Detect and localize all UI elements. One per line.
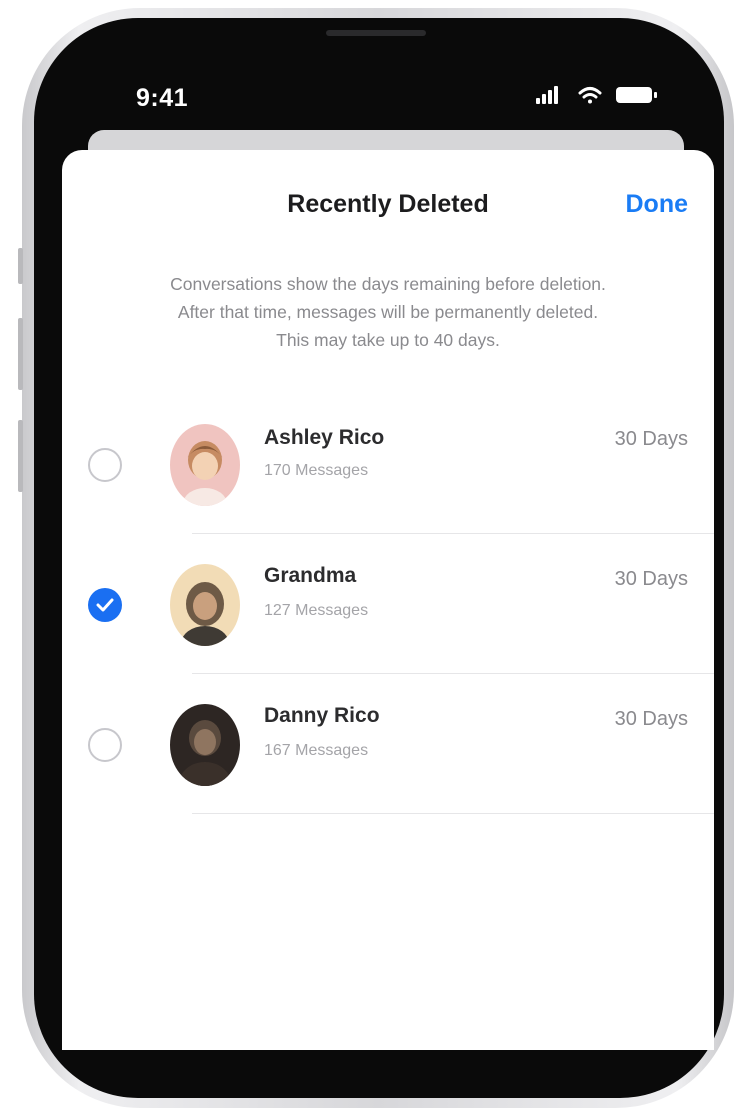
retention-description: Conversations show the days remaining be…	[82, 270, 694, 354]
status-bar-icons	[536, 82, 666, 108]
conversation-row[interactable]: Grandma 127 Messages 30 Days	[62, 536, 714, 674]
avatar	[170, 564, 240, 646]
message-count: 127 Messages	[264, 602, 369, 619]
description-line: Conversations show the days remaining be…	[170, 274, 606, 294]
days-remaining: 30 Days	[614, 708, 688, 730]
conversation-row[interactable]: Ashley Rico 170 Messages 30 Days	[62, 396, 714, 534]
earpiece-speaker	[326, 30, 426, 36]
wifi-icon	[578, 87, 602, 104]
avatar	[170, 704, 240, 786]
conversation-row[interactable]: Danny Rico 167 Messages 30 Days	[62, 676, 714, 814]
days-remaining: 30 Days	[614, 568, 688, 590]
recently-deleted-sheet: Recently Deleted Done Conversations show…	[62, 150, 714, 1050]
row-divider	[192, 533, 714, 534]
volume-up-button	[18, 318, 23, 390]
checkmark-icon	[96, 598, 114, 612]
status-bar-time: 9:41	[136, 84, 189, 112]
contact-name: Grandma	[264, 564, 357, 587]
row-divider	[192, 813, 714, 814]
description-line: After that time, messages will be perman…	[177, 302, 599, 322]
description-line: This may take up to 40 days.	[276, 330, 500, 350]
cellular-signal-icon	[536, 86, 558, 104]
avatar	[170, 424, 240, 506]
message-count: 170 Messages	[264, 462, 369, 479]
message-count: 167 Messages	[264, 742, 369, 759]
battery-icon	[616, 87, 657, 103]
days-remaining: 30 Days	[614, 428, 688, 450]
done-button[interactable]: Done	[626, 190, 689, 219]
select-checkbox[interactable]	[88, 448, 122, 482]
contact-name: Ashley Rico	[264, 426, 385, 449]
row-divider	[192, 673, 714, 674]
select-checkbox-checked[interactable]	[88, 588, 122, 622]
sheet-title: Recently Deleted	[287, 190, 489, 218]
select-checkbox[interactable]	[88, 728, 122, 762]
volume-down-button	[18, 420, 23, 492]
silent-switch	[18, 248, 23, 284]
contact-name: Danny Rico	[264, 704, 380, 727]
